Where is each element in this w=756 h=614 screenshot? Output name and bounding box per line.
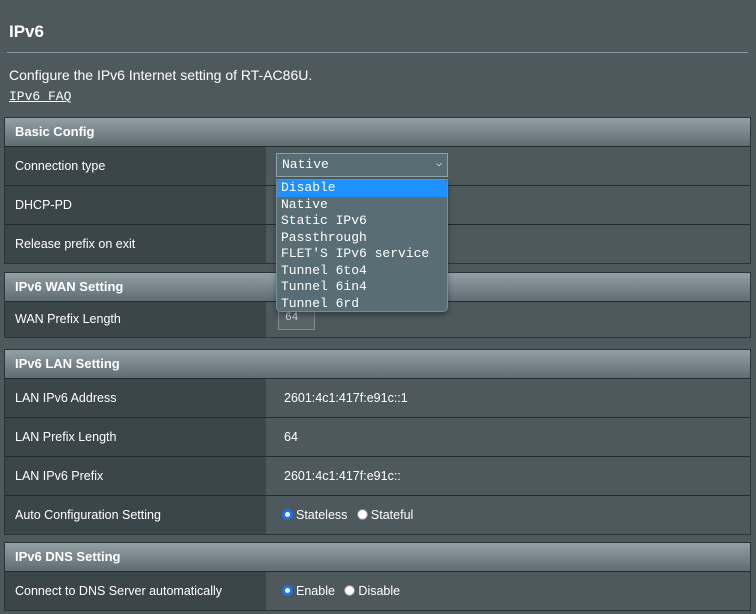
radio-stateless-label: Stateless [296, 508, 348, 522]
radio-unchecked-icon [344, 585, 356, 596]
lan-prefix-length-value: 64 [266, 418, 750, 456]
lan-address-value: 2601:4c1:417f:e91c::1 [266, 379, 750, 417]
lan-prefix-length-label: LAN Prefix Length [5, 418, 266, 456]
auto-config-options: Stateless Stateful [266, 496, 750, 534]
radio-dns-enable[interactable]: Enable [282, 572, 335, 610]
lan-address-row: LAN IPv6 Address 2601:4c1:417f:e91c::1 [5, 378, 750, 417]
dropdown-option-native[interactable]: Native [277, 197, 447, 214]
auto-config-row: Auto Configuration Setting Stateless Sta… [5, 495, 750, 534]
dropdown-option-tunnel-6in4[interactable]: Tunnel 6in4 [277, 279, 447, 296]
auto-dns-row: Connect to DNS Server automatically Enab… [5, 571, 750, 610]
dropdown-option-tunnel-6rd[interactable]: Tunnel 6rd [277, 296, 447, 313]
radio-unchecked-icon [356, 509, 368, 520]
dropdown-option-passthrough[interactable]: Passthrough [277, 230, 447, 247]
connection-type-select[interactable]: Native ⌵ [276, 153, 448, 177]
auto-dns-options: Enable Disable [266, 572, 750, 610]
connection-type-dropdown-list: Disable Native Static IPv6 Passthrough F… [276, 179, 448, 312]
lan-setting-section: IPv6 LAN Setting LAN IPv6 Address 2601:4… [4, 349, 751, 535]
title-divider [7, 52, 748, 53]
dropdown-option-static-ipv6[interactable]: Static IPv6 [277, 213, 447, 230]
radio-dns-disable[interactable]: Disable [344, 572, 400, 610]
release-prefix-label: Release prefix on exit [5, 225, 266, 263]
lan-address-label: LAN IPv6 Address [5, 379, 266, 417]
dropdown-option-tunnel-6to4[interactable]: Tunnel 6to4 [277, 263, 447, 280]
section-header-lan-setting: IPv6 LAN Setting [5, 350, 750, 378]
dropdown-option-disable[interactable]: Disable [277, 180, 447, 197]
auto-dns-label: Connect to DNS Server automatically [5, 572, 266, 610]
lan-prefix-value: 2601:4c1:417f:e91c:: [266, 457, 750, 495]
wan-prefix-length-label: WAN Prefix Length [5, 302, 266, 337]
connection-type-label: Connection type [5, 147, 266, 185]
dropdown-option-flets-ipv6[interactable]: FLET'S IPv6 service [277, 246, 447, 263]
dns-setting-section: IPv6 DNS Setting Connect to DNS Server a… [4, 542, 751, 611]
section-header-basic-config: Basic Config [5, 118, 750, 146]
ipv6-faq-link[interactable]: IPv6 FAQ [9, 89, 71, 104]
connection-type-selected-value: Native [282, 157, 329, 172]
auto-config-label: Auto Configuration Setting [5, 496, 266, 534]
radio-checked-icon [282, 585, 293, 596]
lan-prefix-row: LAN IPv6 Prefix 2601:4c1:417f:e91c:: [5, 456, 750, 495]
chevron-down-icon: ⌵ [435, 159, 442, 170]
radio-checked-icon [282, 509, 293, 520]
page-description: Configure the IPv6 Internet setting of R… [9, 67, 313, 83]
section-header-dns-setting: IPv6 DNS Setting [5, 543, 750, 571]
dhcp-pd-label: DHCP-PD [5, 186, 266, 224]
lan-prefix-label: LAN IPv6 Prefix [5, 457, 266, 495]
radio-stateless[interactable]: Stateless [282, 496, 347, 534]
radio-dns-enable-label: Enable [296, 584, 335, 598]
lan-prefix-length-row: LAN Prefix Length 64 [5, 417, 750, 456]
radio-stateful-label: Stateful [370, 508, 414, 522]
page-title: IPv6 [9, 22, 44, 41]
radio-stateful[interactable]: Stateful [356, 496, 414, 534]
radio-dns-disable-label: Disable [358, 584, 401, 598]
